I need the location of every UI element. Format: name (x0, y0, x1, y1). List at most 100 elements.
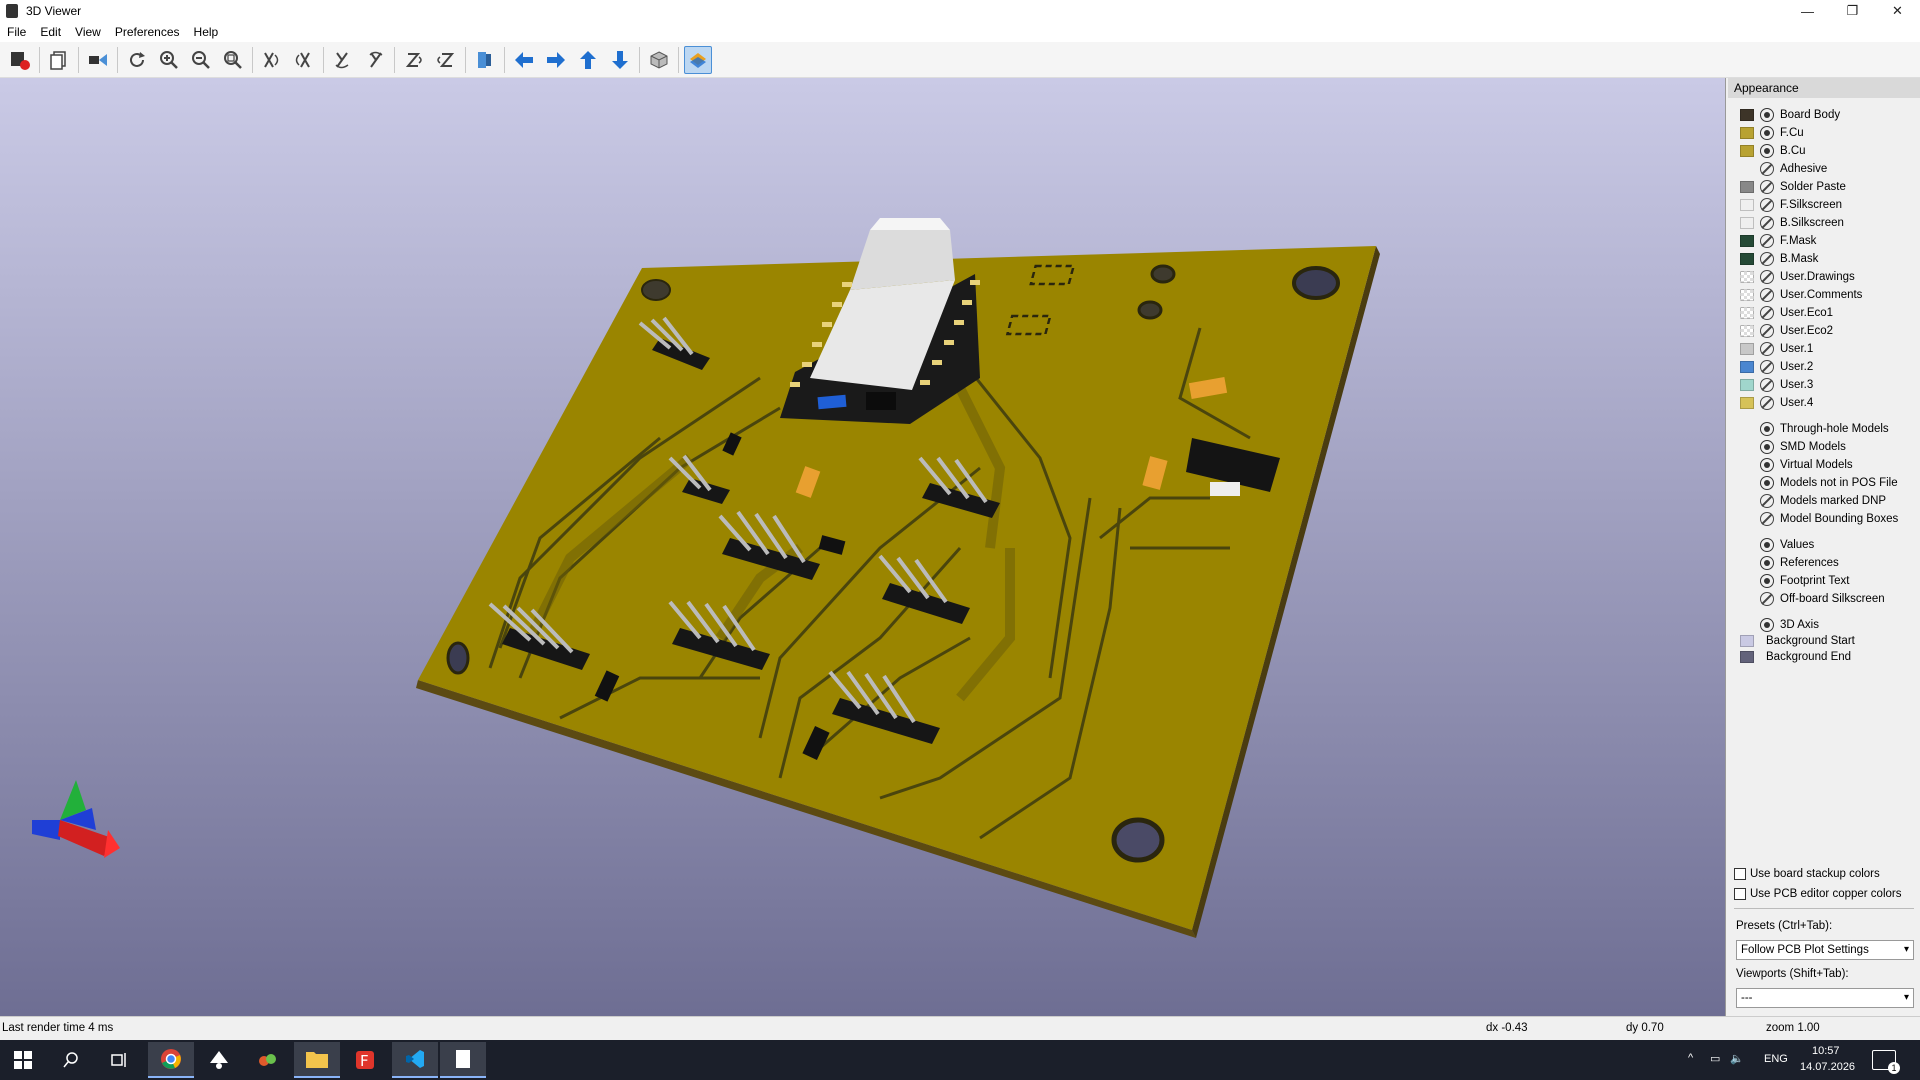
eye-icon[interactable] (1760, 574, 1774, 588)
layer-color-swatch[interactable] (1740, 397, 1754, 409)
stackup-colors-checkbox[interactable] (1734, 868, 1746, 880)
eye-hidden-icon[interactable] (1760, 324, 1774, 338)
eye-icon[interactable] (1760, 126, 1774, 140)
raytrace-button[interactable] (84, 46, 112, 74)
layer-row-through-hole-models[interactable]: Through-hole Models (1740, 420, 1889, 438)
layer-row-f-silkscreen[interactable]: F.Silkscreen (1740, 196, 1842, 214)
menu-help[interactable]: Help (187, 25, 226, 39)
eye-icon[interactable] (1760, 476, 1774, 490)
copper-colors-checkbox[interactable] (1734, 888, 1746, 900)
rotate-x-ccw-button[interactable] (290, 46, 318, 74)
toggle-layers-button[interactable] (684, 45, 712, 74)
eye-hidden-icon[interactable] (1760, 396, 1774, 410)
pcb-3d-render[interactable] (0, 78, 1726, 1016)
eye-hidden-icon[interactable] (1760, 378, 1774, 392)
eye-icon[interactable] (1760, 556, 1774, 570)
rotate-x-cw-button[interactable] (258, 46, 286, 74)
eye-hidden-icon[interactable] (1760, 592, 1774, 606)
layer-color-swatch[interactable] (1740, 217, 1754, 229)
ortho-view-button[interactable] (645, 46, 673, 74)
search-button[interactable] (48, 1042, 94, 1078)
rotate-z-ccw-button[interactable] (432, 46, 460, 74)
layer-color-swatch[interactable] (1740, 379, 1754, 391)
layer-row-f-mask[interactable]: F.Mask (1740, 232, 1816, 250)
clock-time[interactable]: 10:57 (1812, 1045, 1840, 1057)
layer-row-model-bounding-boxes[interactable]: Model Bounding Boxes (1740, 510, 1898, 528)
layer-color-swatch[interactable] (1740, 289, 1754, 301)
eye-icon[interactable] (1760, 440, 1774, 454)
layer-row-models-marked-dnp[interactable]: Models marked DNP (1740, 492, 1886, 510)
task-view-button[interactable] (96, 1042, 142, 1078)
layer-color-swatch[interactable] (1740, 307, 1754, 319)
eye-hidden-icon[interactable] (1760, 288, 1774, 302)
presets-select[interactable]: Follow PCB Plot Settings ▾ (1736, 940, 1914, 960)
eye-hidden-icon[interactable] (1760, 512, 1774, 526)
start-button[interactable] (0, 1042, 46, 1078)
layer-color-swatch[interactable] (1740, 199, 1754, 211)
eye-hidden-icon[interactable] (1760, 342, 1774, 356)
layer-row-user-2[interactable]: User.2 (1740, 358, 1813, 376)
layer-row-board-body[interactable]: Board Body (1740, 106, 1840, 124)
speaker-icon[interactable]: 🔈 (1730, 1052, 1744, 1065)
layer-row-references[interactable]: References (1740, 554, 1839, 572)
taskbar-inkscape[interactable] (196, 1042, 242, 1078)
copper-colors-option[interactable]: Use PCB editor copper colors (1734, 888, 1901, 900)
layer-row-virtual-models[interactable]: Virtual Models (1740, 456, 1853, 474)
layer-color-swatch[interactable] (1740, 253, 1754, 265)
move-down-button[interactable] (606, 46, 634, 74)
eye-icon[interactable] (1760, 144, 1774, 158)
eye-hidden-icon[interactable] (1760, 252, 1774, 266)
tray-chevron-icon[interactable]: ^ (1688, 1052, 1693, 1064)
eye-icon[interactable] (1760, 422, 1774, 436)
zoom-fit-button[interactable] (219, 46, 247, 74)
layer-row-solder-paste[interactable]: Solder Paste (1740, 178, 1846, 196)
layer-color-swatch[interactable] (1740, 163, 1754, 175)
eye-icon[interactable] (1760, 108, 1774, 122)
layer-color-swatch[interactable] (1740, 127, 1754, 139)
eye-hidden-icon[interactable] (1760, 494, 1774, 508)
menu-preferences[interactable]: Preferences (108, 25, 187, 39)
network-icon[interactable]: ▭ (1710, 1052, 1720, 1065)
rotate-y-ccw-button[interactable] (361, 46, 389, 74)
layer-row-adhesive[interactable]: Adhesive (1740, 160, 1827, 178)
taskbar-app[interactable] (244, 1042, 290, 1078)
minimize-button[interactable]: — (1785, 0, 1830, 22)
layer-row-values[interactable]: Values (1740, 536, 1814, 554)
menu-file[interactable]: File (0, 25, 33, 39)
3d-viewport[interactable] (0, 78, 1726, 1016)
language-indicator[interactable]: ENG (1764, 1053, 1788, 1065)
layer-color-swatch[interactable] (1740, 343, 1754, 355)
layer-color-swatch[interactable] (1740, 651, 1754, 663)
layer-color-swatch[interactable] (1740, 109, 1754, 121)
rotate-z-cw-button[interactable] (400, 46, 428, 74)
render-options-button[interactable] (6, 46, 34, 74)
layer-row-background-end[interactable]: Background End (1740, 648, 1851, 666)
layer-row-smd-models[interactable]: SMD Models (1740, 438, 1846, 456)
maximize-button[interactable]: ❐ (1830, 0, 1875, 22)
eye-hidden-icon[interactable] (1760, 216, 1774, 230)
layer-color-swatch[interactable] (1740, 271, 1754, 283)
taskbar-app-f[interactable]: F (342, 1042, 388, 1078)
eye-icon[interactable] (1760, 458, 1774, 472)
eye-icon[interactable] (1760, 618, 1774, 632)
layer-row-models-not-in-pos-file[interactable]: Models not in POS File (1740, 474, 1898, 492)
layer-row-b-mask[interactable]: B.Mask (1740, 250, 1818, 268)
layer-row-b-cu[interactable]: B.Cu (1740, 142, 1806, 160)
reload-button[interactable] (123, 46, 151, 74)
eye-hidden-icon[interactable] (1760, 360, 1774, 374)
clock-date[interactable]: 14.07.2026 (1800, 1061, 1855, 1073)
layer-color-swatch[interactable] (1740, 181, 1754, 193)
eye-icon[interactable] (1760, 538, 1774, 552)
flip-board-button[interactable] (471, 46, 499, 74)
layer-row-b-silkscreen[interactable]: B.Silkscreen (1740, 214, 1844, 232)
zoom-out-button[interactable] (187, 46, 215, 74)
taskbar-notepad[interactable] (440, 1042, 486, 1078)
layer-row-user-drawings[interactable]: User.Drawings (1740, 268, 1855, 286)
rotate-y-cw-button[interactable] (329, 46, 357, 74)
layer-row-user-comments[interactable]: User.Comments (1740, 286, 1862, 304)
stackup-colors-option[interactable]: Use board stackup colors (1734, 868, 1880, 880)
layer-color-swatch[interactable] (1740, 235, 1754, 247)
eye-hidden-icon[interactable] (1760, 162, 1774, 176)
layer-row-off-board-silkscreen[interactable]: Off-board Silkscreen (1740, 590, 1885, 608)
zoom-in-button[interactable] (155, 46, 183, 74)
